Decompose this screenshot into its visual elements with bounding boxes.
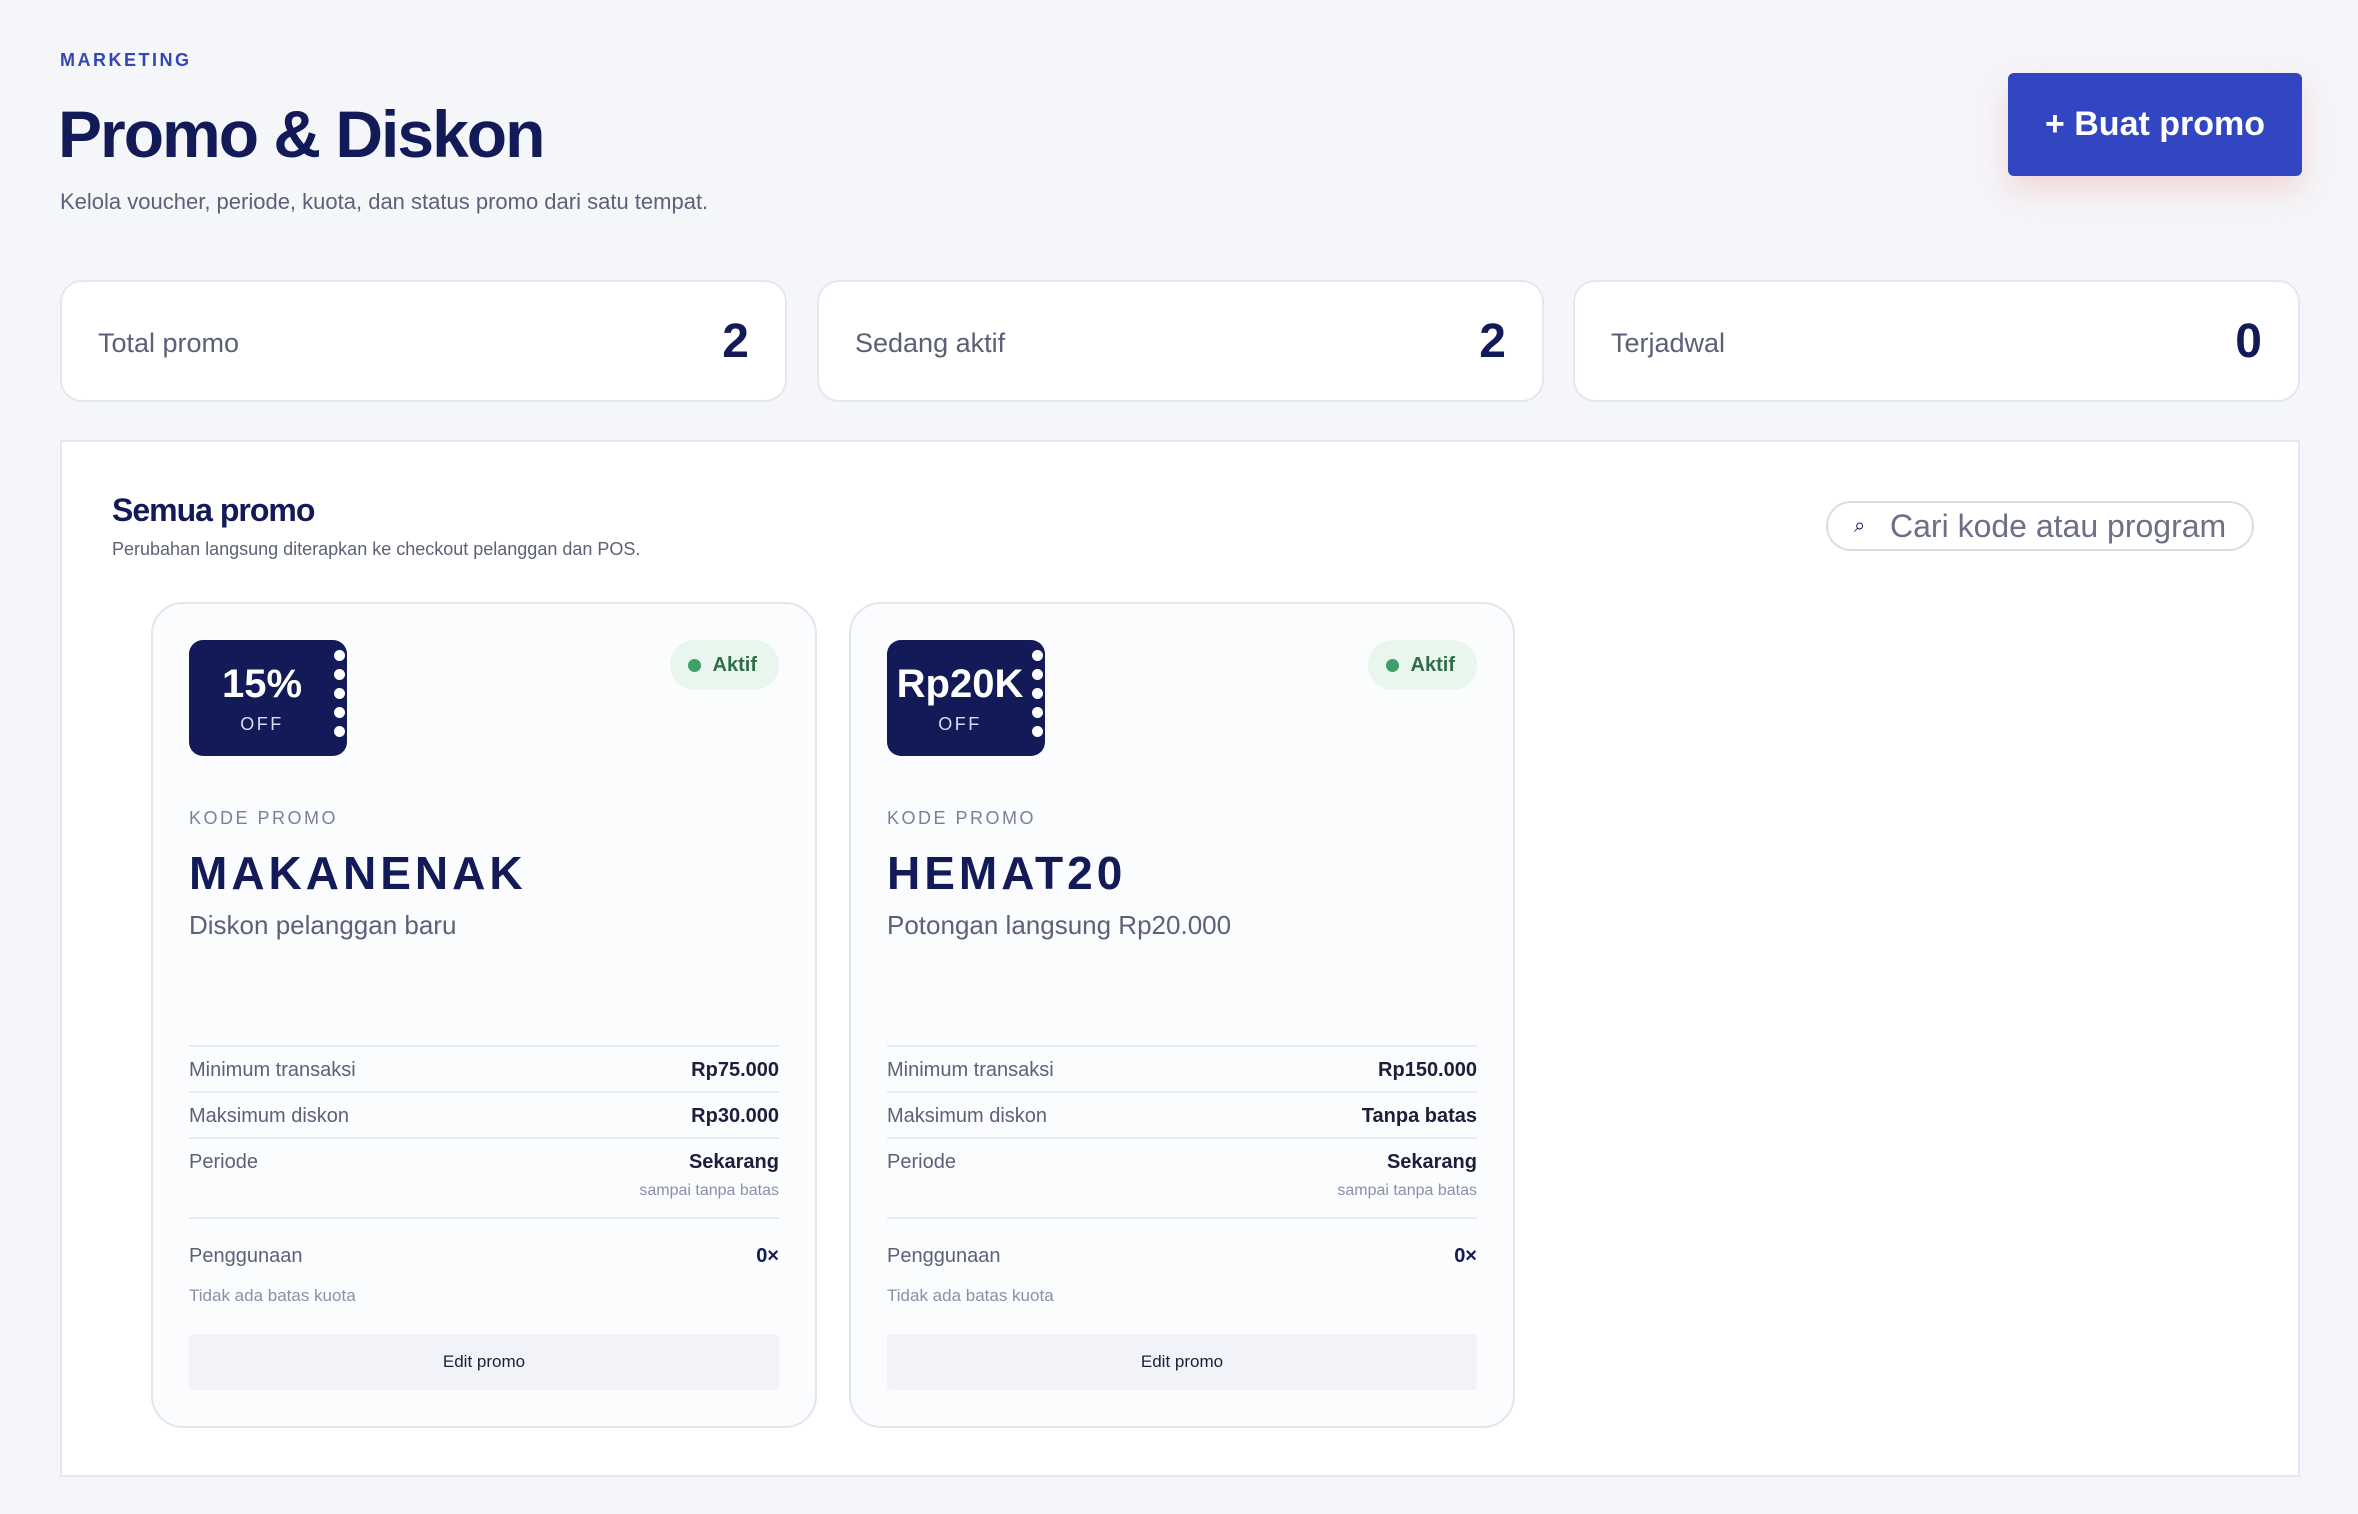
- search-input[interactable]: [1888, 506, 2242, 546]
- stat-card-total: Total promo 2: [60, 280, 787, 402]
- ticket-perforation: [1032, 669, 1043, 680]
- code-label: KODE PROMO: [887, 808, 1037, 828]
- edit-promo-button[interactable]: Edit promo: [887, 1334, 1477, 1390]
- detail-row-max: Maksimum diskon Rp30.000: [189, 1091, 779, 1137]
- status-label: Aktif: [712, 653, 757, 676]
- ticket-perforation: [1032, 688, 1043, 699]
- ticket-off: OFF: [938, 714, 982, 734]
- usage-section: Penggunaan 0× Tidak ada batas kuota: [887, 1217, 1477, 1306]
- detail-label: Maksimum diskon: [189, 1105, 350, 1127]
- promo-description: Potongan langsung Rp20.000: [887, 910, 1232, 940]
- ticket-perforation: [334, 688, 345, 699]
- edit-promo-button[interactable]: Edit promo: [189, 1334, 779, 1390]
- panel-title: Semua promo: [112, 492, 315, 528]
- promo-card: Rp20K OFF Aktif KODE PROMO HEMAT20 Poton…: [849, 602, 1515, 1428]
- promo-description: Diskon pelanggan baru: [189, 910, 457, 940]
- usage-section: Penggunaan 0× Tidak ada batas kuota: [189, 1217, 779, 1306]
- detail-value-group: Sekarang sampai tanpa batas: [1337, 1151, 1477, 1211]
- period-value: Sekarang: [1386, 1151, 1477, 1173]
- detail-value: Rp75.000: [691, 1059, 779, 1081]
- discount-ticket: Rp20K OFF: [887, 640, 1045, 756]
- ticket-value: 15%: [221, 662, 303, 706]
- detail-row-max: Maksimum diskon Tanpa batas: [887, 1091, 1477, 1137]
- section-eyebrow: MARKETING: [60, 50, 192, 70]
- detail-row-min: Minimum transaksi Rp150.000: [887, 1045, 1477, 1091]
- status-dot-icon: [687, 658, 701, 672]
- usage-note: Tidak ada batas kuota: [189, 1286, 356, 1305]
- discount-ticket: 15% OFF: [189, 640, 347, 756]
- promo-code: MAKANENAK: [189, 847, 527, 899]
- stat-label: Total promo: [98, 328, 240, 358]
- usage-label: Penggunaan: [887, 1245, 1001, 1267]
- detail-row-min: Minimum transaksi Rp75.000: [189, 1045, 779, 1091]
- create-promo-button[interactable]: + Buat promo: [2008, 73, 2302, 176]
- detail-value: Rp150.000: [1378, 1059, 1477, 1081]
- ticket-off: OFF: [240, 714, 284, 734]
- promo-list-panel: Semua promo Perubahan langsung diterapka…: [60, 440, 2300, 1477]
- status-badge: Aktif: [1367, 640, 1477, 690]
- ticket-perforation: [334, 726, 345, 737]
- detail-row-period: Periode Sekarang sampai tanpa batas: [189, 1137, 779, 1211]
- ticket-value: Rp20K: [896, 662, 1024, 706]
- ticket-perforation: [1032, 707, 1043, 718]
- ticket-perforation: [1032, 650, 1043, 661]
- promo-card: 15% OFF Aktif KODE PROMO MAKANENAK Disko…: [151, 602, 817, 1428]
- page-title: Promo & Diskon: [58, 97, 545, 171]
- status-badge: Aktif: [669, 640, 779, 690]
- stat-value: 2: [1479, 315, 1506, 368]
- stat-label: Terjadwal: [1611, 328, 1726, 358]
- status-label: Aktif: [1410, 653, 1455, 676]
- promo-details: Minimum transaksi Rp150.000 Maksimum dis…: [887, 1045, 1477, 1211]
- ticket-perforation: [334, 707, 345, 718]
- detail-label: Minimum transaksi: [887, 1059, 1054, 1081]
- stat-card-scheduled: Terjadwal 0: [1573, 280, 2300, 402]
- promo-code: HEMAT20: [887, 847, 1127, 899]
- panel-subtitle: Perubahan langsung diterapkan ke checkou…: [112, 539, 641, 559]
- detail-label: Periode: [189, 1151, 258, 1173]
- search-icon: ⌕: [1854, 514, 1866, 537]
- stat-value: 0: [2235, 315, 2262, 368]
- code-label: KODE PROMO: [189, 808, 339, 828]
- detail-label: Periode: [887, 1151, 956, 1173]
- period-sub: sampai tanpa batas: [639, 1182, 779, 1199]
- ticket-perforation: [1032, 726, 1043, 737]
- stat-label: Sedang aktif: [855, 328, 1006, 358]
- usage-value: 0×: [1454, 1245, 1477, 1267]
- stat-card-active: Sedang aktif 2: [817, 280, 1544, 402]
- detail-value: Rp30.000: [691, 1105, 779, 1127]
- ticket-perforation: [334, 650, 345, 661]
- detail-label: Maksimum diskon: [887, 1105, 1048, 1127]
- usage-value: 0×: [756, 1245, 779, 1267]
- detail-label: Minimum transaksi: [189, 1059, 356, 1081]
- ticket-perforation: [334, 669, 345, 680]
- usage-note: Tidak ada batas kuota: [887, 1286, 1054, 1305]
- usage-label: Penggunaan: [189, 1245, 303, 1267]
- detail-value-group: Sekarang sampai tanpa batas: [639, 1151, 779, 1211]
- promo-details: Minimum transaksi Rp75.000 Maksimum disk…: [189, 1045, 779, 1211]
- detail-value: Tanpa batas: [1361, 1105, 1477, 1127]
- status-dot-icon: [1385, 658, 1399, 672]
- detail-row-period: Periode Sekarang sampai tanpa batas: [887, 1137, 1477, 1211]
- period-value: Sekarang: [688, 1151, 779, 1173]
- period-sub: sampai tanpa batas: [1337, 1182, 1477, 1199]
- search-box[interactable]: ⌕: [1826, 501, 2254, 551]
- stat-value: 2: [722, 315, 749, 368]
- page-subtitle: Kelola voucher, periode, kuota, dan stat…: [60, 189, 709, 214]
